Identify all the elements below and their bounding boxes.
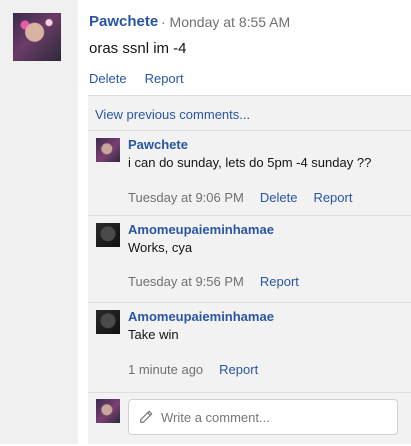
- post-timestamp: · Monday at 8:55 AM: [161, 14, 291, 30]
- comment-input[interactable]: Write a comment...: [128, 399, 398, 435]
- report-comment-link[interactable]: Report: [313, 190, 352, 205]
- post-actions: Delete Report: [89, 71, 184, 86]
- report-comment-link[interactable]: Report: [219, 362, 258, 377]
- delete-comment-link[interactable]: Delete: [260, 190, 298, 205]
- status-post: Pawchete · Monday at 8:55 AM oras ssnl i…: [78, 0, 411, 444]
- left-gutter: [0, 0, 78, 444]
- post-author-link[interactable]: Pawchete: [89, 13, 158, 30]
- comments-section: View previous comments... Pawchete i can…: [88, 95, 411, 444]
- comment-text: Take win: [128, 327, 179, 342]
- comment-text: Works, cya: [128, 240, 193, 255]
- comment-author-link[interactable]: Amomeupaieminhamae: [128, 222, 274, 237]
- report-comment-link[interactable]: Report: [260, 274, 299, 289]
- current-user-avatar: [96, 399, 120, 423]
- commenter-avatar[interactable]: [96, 310, 120, 334]
- commenter-avatar[interactable]: [96, 138, 120, 162]
- comment-item: Amomeupaieminhamae Take win 1 minute ago…: [88, 302, 411, 393]
- comment-footer: 1 minute ago Report: [128, 362, 258, 377]
- report-post-link[interactable]: Report: [145, 71, 184, 86]
- comment-text: i can do sunday, lets do 5pm -4 sunday ?…: [128, 155, 372, 170]
- comment-author-link[interactable]: Amomeupaieminhamae: [128, 309, 274, 324]
- comment-author-link[interactable]: Pawchete: [128, 137, 188, 152]
- comment-timestamp: Tuesday at 9:56 PM: [128, 274, 244, 289]
- comment-timestamp: 1 minute ago: [128, 362, 204, 377]
- post-text: oras ssnl im -4: [89, 40, 187, 57]
- comment-footer: Tuesday at 9:06 PM Delete Report: [128, 190, 352, 205]
- comment-item: Amomeupaieminhamae Works, cya Tuesday at…: [88, 215, 411, 303]
- author-avatar[interactable]: [13, 13, 61, 61]
- comment-footer: Tuesday at 9:56 PM Report: [128, 274, 299, 289]
- comment-item: Pawchete i can do sunday, lets do 5pm -4…: [88, 130, 411, 212]
- pencil-icon: [140, 410, 153, 423]
- comment-input-placeholder: Write a comment...: [161, 409, 270, 425]
- comment-timestamp: Tuesday at 9:06 PM: [128, 190, 244, 205]
- view-previous-comments-link[interactable]: View previous comments...: [95, 107, 250, 122]
- delete-post-link[interactable]: Delete: [89, 71, 127, 86]
- comment-composer: Write a comment...: [88, 392, 411, 446]
- commenter-avatar[interactable]: [96, 223, 120, 247]
